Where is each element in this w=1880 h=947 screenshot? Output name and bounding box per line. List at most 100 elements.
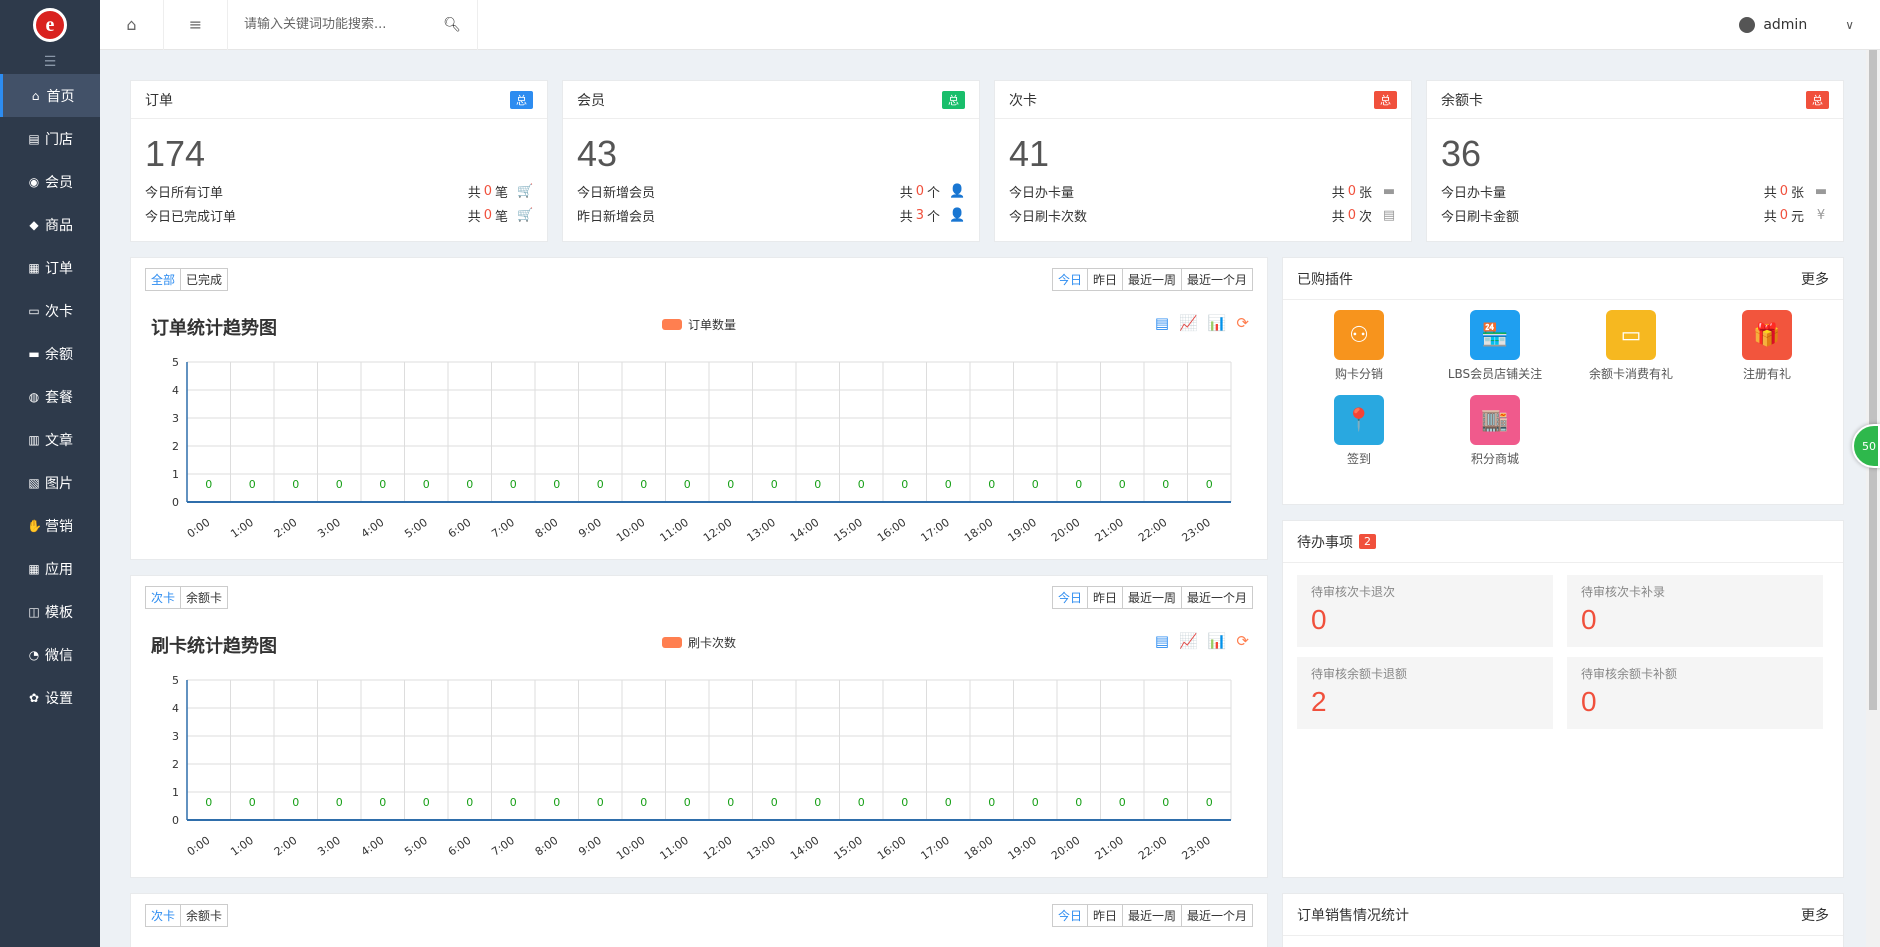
data-label: 0 (553, 478, 560, 491)
sidebar-item-9[interactable]: ▧ 图片 (0, 461, 100, 504)
stat-row-count: 0 (1779, 183, 1788, 199)
home-button[interactable]: ⌂ (100, 0, 164, 50)
todo-item[interactable]: 待审核余额卡退额 2 (1297, 657, 1553, 729)
stat-row-count: 0 (483, 207, 492, 223)
todo-item[interactable]: 待审核余额卡补额 0 (1567, 657, 1823, 729)
logo[interactable]: e (0, 0, 100, 50)
user-menu[interactable]: admin ∨ (1739, 0, 1854, 50)
sidebar-item-3[interactable]: ◆ 商品 (0, 203, 100, 246)
tab-0[interactable]: 次卡 (146, 587, 182, 608)
plugin-item[interactable]: ▭ 余额卡消费有礼 (1561, 310, 1701, 382)
sidebar-item-1[interactable]: ▤ 门店 (0, 117, 100, 160)
tab-2[interactable]: 最近一周 (1123, 587, 1182, 608)
menu-toggle-button[interactable]: ≡ (164, 0, 228, 50)
total-badge: 总 (1374, 90, 1397, 109)
sidebar-item-6[interactable]: ▬ 余额 (0, 332, 100, 375)
stat-row-label: 今日所有订单 (145, 185, 224, 201)
plugin-item[interactable]: 🏪 LBS会员店铺关注 (1425, 310, 1565, 382)
sidebar: e ☰ ⌂ 首页 ▤ 门店 ◉ 会员 ◆ 商品 ▦ 订单 ▭ 次卡 ▬ 余额 ◍ 套餐 ▥ 文章 ▧ 图片 ✋ 营销 ▦ 应用… (0, 0, 100, 947)
refresh-icon[interactable]: ⟳ (1236, 632, 1249, 650)
image-icon: ▧ (28, 475, 40, 490)
x-tick-label: 6:00 (446, 834, 474, 859)
x-tick-label: 14:00 (788, 834, 821, 863)
tab-1[interactable]: 昨日 (1088, 905, 1123, 926)
data-label: 0 (1075, 796, 1082, 809)
plugin-item[interactable]: 🏬 积分商城 (1425, 395, 1565, 467)
data-label: 0 (205, 796, 212, 809)
x-tick-label: 22:00 (1136, 516, 1169, 545)
data-view-icon[interactable]: ▤ (1155, 314, 1169, 332)
tab-0[interactable]: 今日 (1053, 587, 1088, 608)
tab-2[interactable]: 最近一周 (1123, 905, 1182, 926)
plugin-item[interactable]: ⚇ 购卡分销 (1289, 310, 1429, 382)
sidebar-item-10[interactable]: ✋ 营销 (0, 504, 100, 547)
data-view-icon[interactable]: ▤ (1155, 632, 1169, 650)
mall-icon: 🏬 (1470, 395, 1520, 445)
tab-1[interactable]: 已完成 (181, 269, 227, 290)
data-label: 0 (423, 796, 430, 809)
bar-chart-icon[interactable]: 📊 (1208, 314, 1227, 332)
x-tick-label: 11:00 (658, 834, 691, 863)
sidebar-item-11[interactable]: ▦ 应用 (0, 547, 100, 590)
y-tick-label: 3 (172, 412, 179, 425)
scrollbar-thumb[interactable] (1869, 50, 1877, 710)
sidebar-item-2[interactable]: ◉ 会员 (0, 160, 100, 203)
tab-1[interactable]: 余额卡 (181, 587, 227, 608)
order-trend-chart: 0 1 2 3 4 5 0 0:00 0 1:00 0 2:00 0 3:00 0 4:00 0 5:00 0 6:0… (172, 356, 1232, 545)
sales-title: 订单销售情况统计 (1297, 907, 1409, 924)
store-icon: ▤ (28, 131, 40, 146)
order-icon: ▦ (28, 260, 40, 275)
data-label: 0 (988, 478, 995, 491)
plugin-label: 签到 (1346, 452, 1371, 466)
y-tick-label: 3 (172, 730, 179, 743)
tab-3[interactable]: 最近一个月 (1182, 905, 1252, 926)
sidebar-item-4[interactable]: ▦ 订单 (0, 246, 100, 289)
sidebar-item-label: 微信 (45, 647, 73, 664)
tab-1[interactable]: 昨日 (1088, 269, 1123, 290)
data-label: 0 (1206, 796, 1213, 809)
x-tick-label: 10:00 (614, 834, 647, 863)
stat-row-prefix: 共 (899, 209, 913, 225)
bar-chart-icon[interactable]: 📊 (1208, 632, 1227, 650)
line-chart-icon[interactable]: 📈 (1179, 314, 1198, 332)
todo-item[interactable]: 待审核次卡退次 0 (1297, 575, 1553, 647)
tab-2[interactable]: 最近一周 (1123, 269, 1182, 290)
scrollbar[interactable] (1866, 50, 1880, 947)
tab-0[interactable]: 今日 (1053, 905, 1088, 926)
gift-icon: 🎁 (1742, 310, 1792, 360)
sidebar-item-5[interactable]: ▭ 次卡 (0, 289, 100, 332)
clipboard-icon: ▤ (1382, 207, 1396, 223)
search-input[interactable] (244, 17, 444, 32)
stat-row-unit: 张 (1790, 185, 1804, 201)
tab-3[interactable]: 最近一个月 (1182, 269, 1252, 290)
tab-1[interactable]: 余额卡 (181, 905, 227, 926)
plugin-item[interactable]: 📍 签到 (1289, 395, 1429, 467)
data-label: 0 (336, 478, 343, 491)
search-icon[interactable]: 🔍︎ (443, 17, 461, 33)
sidebar-item-8[interactable]: ▥ 文章 (0, 418, 100, 461)
plugins-more-link[interactable]: 更多 (1801, 269, 1829, 289)
todo-item[interactable]: 待审核次卡补录 0 (1567, 575, 1823, 647)
sidebar-item-14[interactable]: ✿ 设置 (0, 676, 100, 719)
x-tick-label: 12:00 (701, 516, 734, 545)
sidebar-item-12[interactable]: ◫ 模板 (0, 590, 100, 633)
tab-1[interactable]: 昨日 (1088, 587, 1123, 608)
tab-0[interactable]: 全部 (146, 269, 182, 290)
line-chart-icon[interactable]: 📈 (1179, 632, 1198, 650)
tab-0[interactable]: 次卡 (146, 905, 182, 926)
chart-legend[interactable]: 订单数量 (662, 316, 736, 333)
plugin-item[interactable]: 🎁 注册有礼 (1697, 310, 1837, 382)
refresh-icon[interactable]: ⟳ (1236, 314, 1249, 332)
float-badge[interactable]: 50 (1852, 424, 1880, 468)
sales-more-link[interactable]: 更多 (1801, 905, 1829, 925)
tab-3[interactable]: 最近一个月 (1182, 587, 1252, 608)
sidebar-item-7[interactable]: ◍ 套餐 (0, 375, 100, 418)
data-label: 0 (292, 478, 299, 491)
collapse-menu-icon[interactable]: ☰ (0, 50, 100, 74)
sidebar-item-0[interactable]: ⌂ 首页 (0, 74, 100, 117)
tab-0[interactable]: 今日 (1053, 269, 1088, 290)
chart-legend[interactable]: 刷卡次数 (662, 634, 736, 651)
x-tick-label: 1:00 (228, 516, 256, 541)
sidebar-item-13[interactable]: ◔ 微信 (0, 633, 100, 676)
wechat-icon: ◔ (28, 647, 40, 662)
